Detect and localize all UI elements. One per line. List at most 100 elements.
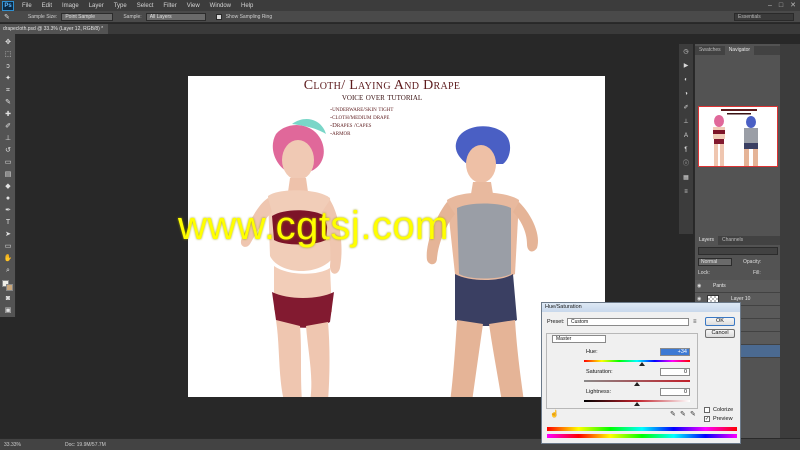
adjustments-panel-icon[interactable]: ◑ bbox=[682, 90, 690, 98]
menu-bar: Ps File Edit Image Layer Type Select Fil… bbox=[0, 0, 800, 11]
minimize-icon[interactable]: ‒ bbox=[768, 1, 772, 10]
eyedropper-plus-icon[interactable]: ✎ bbox=[680, 411, 688, 419]
preset-select[interactable]: Custom bbox=[567, 318, 689, 326]
preview-checkbox[interactable]: ✓ bbox=[704, 416, 710, 422]
lock-label: Lock: bbox=[698, 270, 710, 276]
eraser-tool-icon[interactable]: ▭ bbox=[3, 158, 13, 168]
menu-view[interactable]: View bbox=[182, 3, 205, 9]
styles-panel-icon[interactable]: ▦ bbox=[682, 174, 690, 182]
lightness-field[interactable]: 0 bbox=[660, 388, 690, 396]
show-ring-label: Show Sampling Ring bbox=[225, 13, 273, 20]
window-controls: ‒ □ ✕ bbox=[768, 1, 796, 10]
hand-tool-icon[interactable]: ✋ bbox=[3, 254, 13, 264]
layers-tab-bar: Layers Channels bbox=[695, 236, 781, 245]
menu-type[interactable]: Type bbox=[109, 3, 132, 9]
hue-field[interactable]: +34 bbox=[660, 348, 690, 356]
properties-panel-icon[interactable]: ≡ bbox=[682, 188, 690, 196]
male-character-illustration bbox=[426, 126, 539, 397]
eye-icon[interactable]: ◉ bbox=[697, 283, 703, 289]
menu-window[interactable]: Window bbox=[205, 3, 236, 9]
artwork-bullet: -underware/skin tight bbox=[330, 106, 394, 113]
clone-source-panel-icon[interactable]: ⊥ bbox=[682, 118, 690, 126]
stamp-tool-icon[interactable]: ⊥ bbox=[3, 134, 13, 144]
quick-mask-icon[interactable]: ◙ bbox=[3, 294, 13, 304]
gradient-tool-icon[interactable]: ▤ bbox=[3, 170, 13, 180]
saturation-field[interactable]: 0 bbox=[660, 368, 690, 376]
navigator-thumbnail[interactable] bbox=[698, 106, 778, 167]
close-icon[interactable]: ✕ bbox=[790, 1, 796, 10]
hue-slider-thumb[interactable] bbox=[639, 362, 646, 366]
lasso-tool-icon[interactable]: ↄ bbox=[3, 62, 13, 72]
eyedropper-minus-icon[interactable]: ✎ bbox=[690, 411, 698, 419]
screen-mode-icon[interactable]: ▣ bbox=[3, 306, 13, 316]
blend-mode-select[interactable]: Normal bbox=[698, 258, 732, 266]
layer-name: Pants bbox=[713, 283, 726, 289]
show-ring-checkbox[interactable] bbox=[215, 13, 222, 20]
history-panel-icon[interactable]: ◷ bbox=[682, 48, 690, 56]
watermark-text: www.cgtsj.com bbox=[178, 204, 449, 248]
marquee-tool-icon[interactable]: ⬚ bbox=[3, 50, 13, 60]
preview-label: Preview bbox=[713, 416, 733, 422]
move-tool-icon[interactable]: ✥ bbox=[3, 38, 13, 48]
color-panel-icon[interactable]: ◐ bbox=[682, 76, 690, 84]
eyedropper-tool-icon[interactable]: ✎ bbox=[3, 98, 13, 108]
info-panel-icon[interactable]: ⓘ bbox=[682, 160, 690, 168]
sample-size-select[interactable]: Point Sample bbox=[61, 12, 114, 21]
background-color-swatch[interactable] bbox=[6, 284, 13, 291]
brush-tool-icon[interactable]: ✐ bbox=[3, 122, 13, 132]
hand-adjust-icon[interactable]: ☝ bbox=[550, 411, 559, 419]
dodge-tool-icon[interactable]: ● bbox=[3, 194, 13, 204]
actions-panel-icon[interactable]: ▶ bbox=[682, 62, 690, 70]
sample-select[interactable]: All Layers bbox=[145, 12, 206, 21]
cancel-button[interactable]: Cancel bbox=[705, 329, 735, 338]
paragraph-panel-icon[interactable]: ¶ bbox=[682, 146, 690, 154]
tools-panel: ✥ ⬚ ↄ ✦ ⌗ ✎ ✚ ✐ ⊥ ↺ ▭ ▤ ◆ ● ✒ T ➤ ▭ ✋ ⌕ … bbox=[0, 34, 16, 317]
menu-filter[interactable]: Filter bbox=[158, 3, 181, 9]
tab-layers[interactable]: Layers bbox=[695, 236, 719, 245]
crop-tool-icon[interactable]: ⌗ bbox=[3, 86, 13, 96]
ok-button[interactable]: OK bbox=[705, 317, 735, 326]
document-tab[interactable]: drapecloth.psd @ 33.3% (Layer 12, RGB/8)… bbox=[0, 24, 108, 34]
menu-help[interactable]: Help bbox=[236, 3, 258, 9]
lightness-slider-thumb[interactable] bbox=[634, 402, 640, 406]
brush-panel-icon[interactable]: ✐ bbox=[682, 104, 690, 112]
blur-tool-icon[interactable]: ◆ bbox=[3, 182, 13, 192]
layer-row[interactable]: ◉ Pants bbox=[695, 280, 781, 293]
menu-layer[interactable]: Layer bbox=[84, 3, 109, 9]
hue-slider-track[interactable] bbox=[584, 360, 690, 362]
path-select-tool-icon[interactable]: ➤ bbox=[3, 230, 13, 240]
saturation-slider-thumb[interactable] bbox=[634, 382, 640, 386]
healing-tool-icon[interactable]: ✚ bbox=[3, 110, 13, 120]
input-color-bar bbox=[547, 427, 737, 431]
layer-filter-bar[interactable] bbox=[698, 247, 778, 255]
hue-saturation-dialog: Hue/Saturation Preset: Custom ≡ OK Cance… bbox=[541, 302, 741, 444]
menu-file[interactable]: File bbox=[17, 3, 37, 9]
eyedropper-tool-icon[interactable]: ✎ bbox=[4, 13, 10, 21]
colorize-checkbox[interactable] bbox=[704, 407, 710, 413]
sample-size-label: Sample Size: bbox=[27, 13, 58, 20]
tab-navigator[interactable]: Navigator bbox=[724, 46, 755, 55]
menu-edit[interactable]: Edit bbox=[37, 3, 57, 9]
tab-swatches[interactable]: Swatches bbox=[695, 46, 725, 55]
channel-select[interactable]: Master bbox=[552, 335, 606, 343]
workspace-select[interactable]: Essentials bbox=[734, 13, 794, 21]
dialog-title[interactable]: Hue/Saturation bbox=[542, 303, 740, 312]
shape-tool-icon[interactable]: ▭ bbox=[3, 242, 13, 252]
options-bar: ✎ Sample Size: Point Sample Sample: All … bbox=[0, 11, 800, 23]
opacity-label: Opacity: bbox=[743, 259, 762, 265]
history-brush-tool-icon[interactable]: ↺ bbox=[3, 146, 13, 156]
maximize-icon[interactable]: □ bbox=[779, 1, 783, 10]
zoom-level[interactable]: 33.33% bbox=[4, 442, 21, 448]
type-tool-icon[interactable]: T bbox=[3, 218, 13, 228]
pen-tool-icon[interactable]: ✒ bbox=[3, 206, 13, 216]
colorize-label: Colorize bbox=[713, 407, 734, 413]
tab-channels[interactable]: Channels bbox=[718, 236, 747, 245]
eyedropper-icon[interactable]: ✎ bbox=[670, 411, 678, 419]
character-panel-icon[interactable]: A bbox=[682, 132, 690, 140]
menu-image[interactable]: Image bbox=[57, 3, 84, 9]
zoom-tool-icon[interactable]: ⌕ bbox=[3, 266, 13, 276]
quick-select-tool-icon[interactable]: ✦ bbox=[3, 74, 13, 84]
artwork-subtitle: voice over tutorial bbox=[341, 92, 423, 103]
menu-select[interactable]: Select bbox=[132, 3, 159, 9]
preset-options-icon[interactable]: ≡ bbox=[693, 318, 699, 326]
